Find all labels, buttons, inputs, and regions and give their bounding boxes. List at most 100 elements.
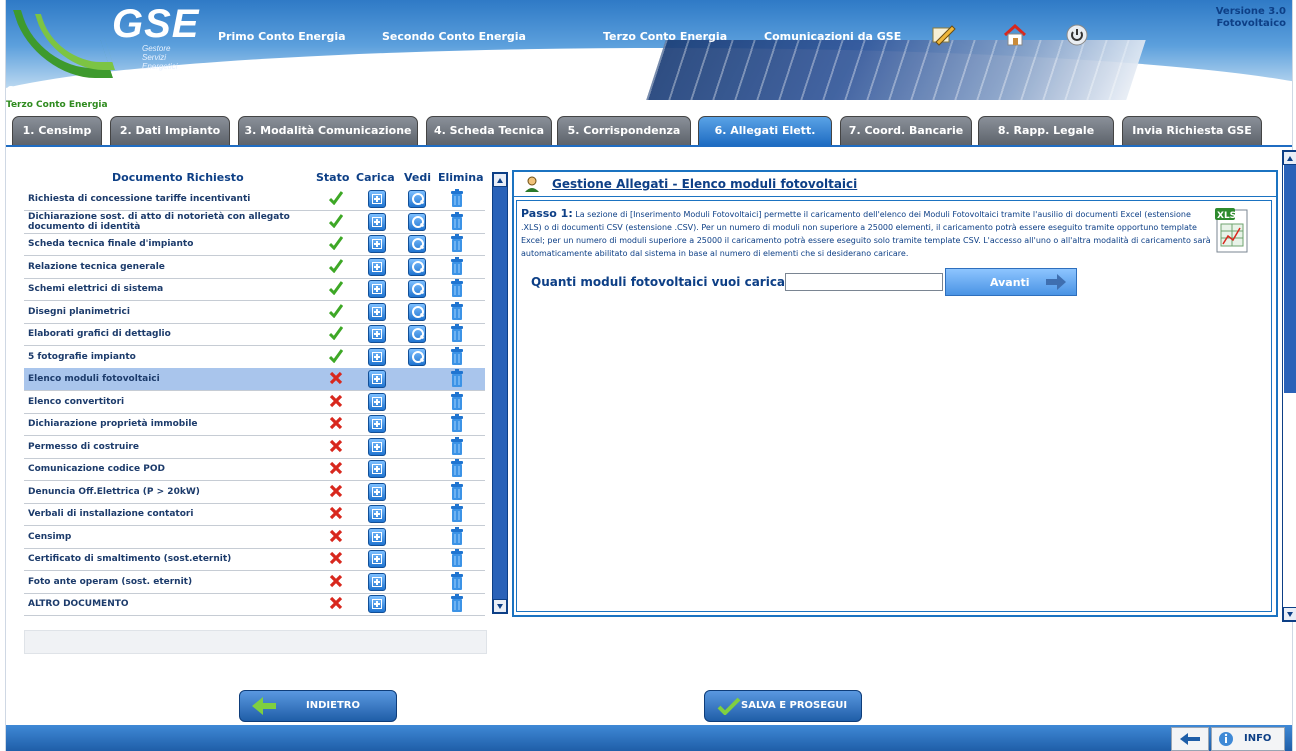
upload-icon[interactable] [368, 527, 386, 546]
upload-icon[interactable] [368, 235, 386, 253]
upload-icon[interactable] [368, 505, 386, 523]
tab-invia-richiesta[interactable]: Invia Richiesta GSE [1122, 116, 1262, 146]
upload-icon[interactable] [368, 280, 386, 298]
power-icon[interactable] [1064, 22, 1090, 48]
tab-scheda-tecnica[interactable]: 4. Scheda Tecnica [426, 116, 552, 146]
info-button[interactable]: INFO [1211, 727, 1285, 751]
document-row[interactable]: Verbali di installazione contatori [24, 503, 485, 526]
cross-icon [329, 416, 343, 430]
trash-icon[interactable] [450, 211, 464, 230]
document-row[interactable]: Dichiarazione proprietà immobile [24, 413, 485, 436]
document-row[interactable]: Denuncia Off.Elettrica (P > 20kW) [24, 481, 485, 504]
upload-icon[interactable] [368, 325, 386, 343]
documents-scrollbar[interactable] [492, 172, 508, 614]
upload-icon[interactable] [368, 392, 386, 411]
document-row[interactable]: Elaborati grafici di dettaglio [24, 323, 485, 346]
document-row[interactable]: Permesso di costruire [24, 436, 485, 459]
document-row[interactable]: Schemi elettrici di sistema [24, 278, 485, 301]
trash-icon[interactable] [450, 459, 464, 477]
trash-icon[interactable] [450, 189, 464, 207]
document-row[interactable]: ALTRO DOCUMENTO [24, 593, 485, 616]
footer-bar: INFO [6, 725, 1292, 751]
trash-icon[interactable] [450, 346, 464, 365]
tab-coordinate-bancarie[interactable]: 7. Coord. Bancarie [840, 116, 972, 146]
upload-icon[interactable] [368, 460, 386, 478]
view-icon[interactable] [408, 302, 426, 321]
view-icon[interactable] [408, 325, 426, 343]
view-icon[interactable] [408, 190, 426, 208]
nav-terzo-conto[interactable]: Terzo Conto Energia [603, 30, 727, 43]
upload-icon[interactable] [368, 595, 386, 613]
document-row[interactable]: Comunicazione codice POD [24, 458, 485, 481]
document-row[interactable]: Certificato di smaltimento (sost.eternit… [24, 548, 485, 571]
page-scroll-up-icon[interactable] [1283, 151, 1296, 165]
upload-icon[interactable] [368, 550, 386, 568]
trash-icon[interactable] [450, 414, 464, 432]
document-name: Elenco moduli fotovoltaici [28, 374, 160, 384]
document-row[interactable]: Scheda tecnica finale d'impianto [24, 233, 485, 256]
document-row[interactable]: Foto ante operam (sost. eternit) [24, 571, 485, 594]
upload-icon[interactable] [368, 370, 386, 388]
view-icon[interactable] [408, 280, 426, 298]
document-row[interactable]: Censimp [24, 526, 485, 549]
upload-icon[interactable] [368, 347, 386, 366]
tab-dati-impianto[interactable]: 2. Dati Impianto [110, 116, 230, 146]
trash-icon[interactable] [450, 369, 464, 387]
document-row[interactable]: Elenco convertitori [24, 391, 485, 414]
trash-icon[interactable] [450, 571, 464, 590]
document-row[interactable]: Relazione tecnica generale [24, 256, 485, 279]
tab-corrispondenza[interactable]: 5. Corrispondenza [557, 116, 691, 146]
trash-icon[interactable] [450, 234, 464, 252]
tab-rappresentante-legale[interactable]: 8. Rapp. Legale [978, 116, 1114, 146]
trash-icon[interactable] [450, 324, 464, 342]
trash-icon[interactable] [450, 481, 464, 500]
upload-icon[interactable] [368, 212, 386, 231]
modules-count-input[interactable] [785, 273, 943, 291]
footer-back-button[interactable] [1171, 727, 1209, 751]
upload-icon[interactable] [368, 302, 386, 321]
scroll-down-arrow-icon[interactable] [493, 599, 507, 613]
trash-icon[interactable] [450, 549, 464, 567]
trash-icon[interactable] [450, 256, 464, 275]
view-icon[interactable] [408, 235, 426, 253]
document-row[interactable]: Disegni planimetrici [24, 301, 485, 324]
next-button[interactable]: Avanti [945, 268, 1077, 296]
upload-icon[interactable] [368, 415, 386, 433]
trash-icon[interactable] [450, 436, 464, 455]
tab-allegati-elettronici[interactable]: 6. Allegati Elett. [698, 116, 832, 146]
document-row[interactable]: Richiesta di concessione tariffe incenti… [24, 188, 485, 211]
upload-icon[interactable] [368, 190, 386, 208]
upload-icon[interactable] [368, 257, 386, 276]
document-name: Permesso di costruire [28, 441, 139, 452]
nav-comunicazioni[interactable]: Comunicazioni da GSE [764, 30, 901, 43]
view-icon[interactable] [408, 257, 426, 276]
app-window: GSE Gestore Servizi Energetici Primo Con… [5, 0, 1296, 751]
page-scroll-thumb[interactable] [1284, 165, 1296, 393]
back-button[interactable]: INDIETRO [239, 690, 397, 722]
view-icon[interactable] [408, 347, 426, 366]
upload-icon[interactable] [368, 482, 386, 501]
trash-icon[interactable] [450, 504, 464, 522]
nav-secondo-conto[interactable]: Secondo Conto Energia [382, 30, 526, 43]
save-continue-button[interactable]: SALVA E PROSEGUI [704, 690, 862, 722]
upload-icon[interactable] [368, 437, 386, 456]
page-scroll-down-icon[interactable] [1283, 607, 1296, 621]
trash-icon[interactable] [450, 526, 464, 545]
nav-primo-conto[interactable]: Primo Conto Energia [218, 30, 346, 43]
document-row[interactable]: 5 fotografie impianto [24, 346, 485, 369]
trash-icon[interactable] [450, 301, 464, 320]
trash-icon[interactable] [450, 594, 464, 612]
page-scrollbar[interactable] [1282, 150, 1296, 622]
document-row[interactable]: Dichiarazione sost. di atto di notorietà… [24, 211, 485, 234]
document-row[interactable]: Elenco moduli fotovoltaici [24, 368, 485, 391]
tab-modalita-comunicazione[interactable]: 3. Modalità Comunicazione [238, 116, 418, 146]
document-name: Foto ante operam (sost. eternit) [28, 576, 193, 587]
trash-icon[interactable] [450, 279, 464, 297]
upload-icon[interactable] [368, 572, 386, 591]
home-icon[interactable] [1002, 22, 1028, 48]
view-icon[interactable] [408, 212, 426, 231]
edit-icon[interactable] [930, 22, 956, 48]
trash-icon[interactable] [450, 391, 464, 410]
scroll-up-arrow-icon[interactable] [493, 173, 507, 187]
tab-censimp[interactable]: 1. Censimp [12, 116, 102, 146]
